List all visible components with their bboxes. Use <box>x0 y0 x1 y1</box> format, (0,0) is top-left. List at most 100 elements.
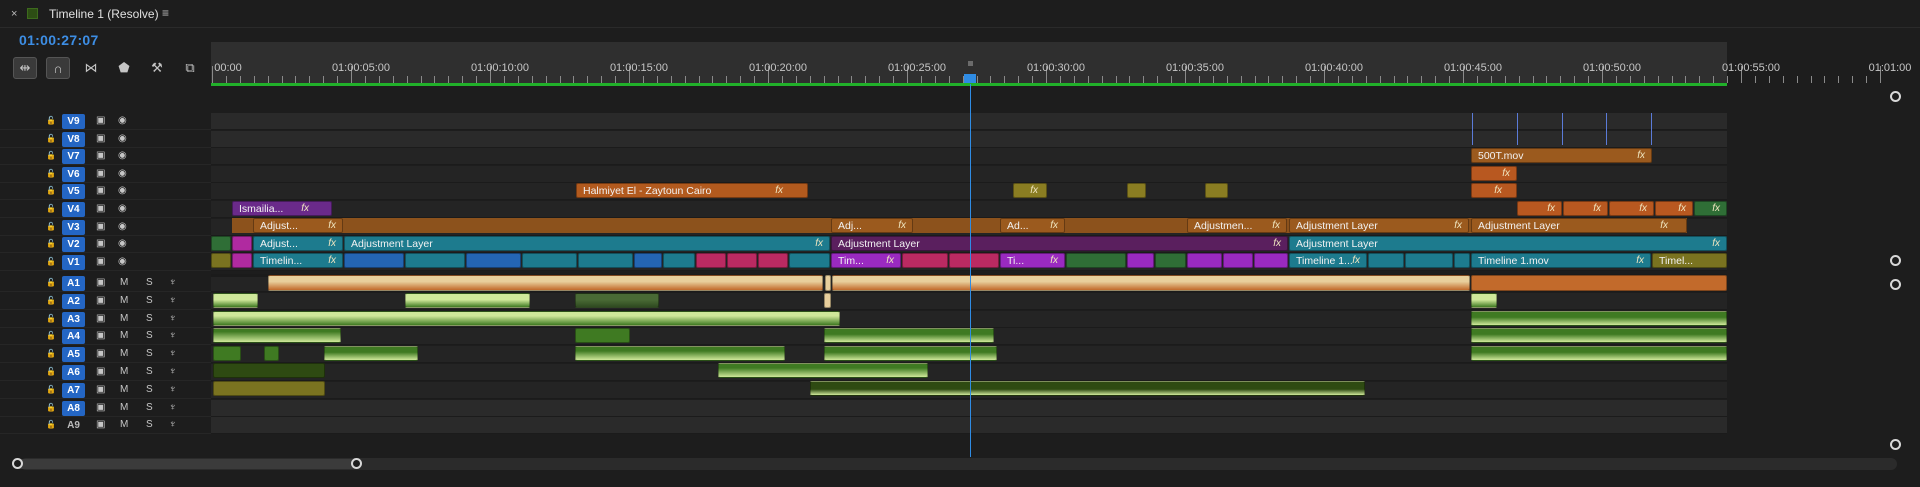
microphone-icon[interactable]: ♆ <box>169 330 177 341</box>
clip-v2-adjust-1[interactable]: Adjust... fx <box>253 236 343 251</box>
fx-badge[interactable]: fx <box>1547 203 1555 214</box>
fx-badge[interactable]: fx <box>1636 255 1644 266</box>
fx-badge[interactable]: fx <box>1030 185 1038 196</box>
clip-v4-orange-4[interactable]: fx <box>1655 201 1693 216</box>
clip-v6-fx[interactable]: fx <box>1471 166 1517 181</box>
audio-clip-a4-4[interactable] <box>1471 328 1727 343</box>
audio-lane-a6[interactable] <box>211 364 1727 381</box>
clip-v4-orange-3[interactable]: fx <box>1609 201 1654 216</box>
fx-badge[interactable]: fx <box>1637 150 1645 161</box>
clip-v2-magenta[interactable] <box>232 236 252 251</box>
work-area-bar[interactable] <box>211 83 1727 86</box>
audio-clip-a7-2[interactable] <box>810 381 1365 396</box>
fx-badge[interactable]: fx <box>1712 238 1720 249</box>
toggle-sync-lock-icon[interactable]: ▣ <box>96 277 105 288</box>
eye-icon[interactable]: ◉ <box>118 238 127 249</box>
playhead-line[interactable] <box>970 84 971 457</box>
clip-v1-green-1[interactable] <box>1066 253 1126 268</box>
mute-button[interactable]: M <box>120 313 128 324</box>
fx-badge[interactable]: fx <box>1502 168 1510 179</box>
track-target-v3[interactable]: V3 <box>62 219 85 235</box>
toggle-sync-lock-icon[interactable]: ▣ <box>96 150 105 161</box>
microphone-icon[interactable]: ♆ <box>169 295 177 306</box>
solo-button[interactable]: S <box>146 366 153 377</box>
fx-badge[interactable]: fx <box>1272 220 1280 231</box>
audio-clip-a5-2[interactable] <box>264 346 279 361</box>
audio-clip-a6-1[interactable] <box>213 363 325 378</box>
toggle-sync-lock-icon[interactable]: ▣ <box>96 168 105 179</box>
clip-v1-teal-5[interactable] <box>789 253 830 268</box>
clip-v1-timel[interactable]: Timel... <box>1652 253 1727 268</box>
scroll-handle-right[interactable] <box>351 458 362 469</box>
microphone-icon[interactable]: ♆ <box>169 384 177 395</box>
audio-clip-a4-2[interactable] <box>575 328 630 343</box>
clip-v1-purple-2[interactable] <box>1187 253 1222 268</box>
audio-clip-a5-3[interactable] <box>324 346 418 361</box>
linked-selection-icon[interactable]: ⋈ <box>79 57 103 79</box>
solo-button[interactable]: S <box>146 348 153 359</box>
microphone-icon[interactable]: ♆ <box>169 366 177 377</box>
audio-clip-a3-2[interactable] <box>1471 311 1727 326</box>
audio-clip-a1-1[interactable] <box>268 275 823 291</box>
clip-500t[interactable]: 500T.mov fx <box>1471 148 1652 163</box>
clip-v4-green[interactable]: fx <box>1694 201 1727 216</box>
playhead-timecode[interactable]: 01:00:27:07 <box>19 32 99 48</box>
clip-v3-adjust-1[interactable]: Adjust... fx <box>253 218 343 233</box>
microphone-icon[interactable]: ♆ <box>169 277 177 288</box>
audio-clip-a5-5[interactable] <box>824 346 997 361</box>
microphone-icon[interactable]: ♆ <box>169 313 177 324</box>
audio-clip-a6-2[interactable] <box>718 363 928 378</box>
audio-clip-a2-2[interactable] <box>405 293 530 308</box>
lock-icon[interactable]: 🔓 <box>46 169 56 178</box>
horizontal-scroll-thumb[interactable] <box>14 459 356 469</box>
lock-icon[interactable]: 🔓 <box>46 314 56 323</box>
playhead-handle[interactable] <box>964 74 976 83</box>
clip-v1-timeline-1-mov[interactable]: Timeline 1.mov fx <box>1471 253 1651 268</box>
track-target-v2[interactable]: V2 <box>62 237 85 253</box>
toggle-sync-lock-icon[interactable]: ▣ <box>96 402 105 413</box>
solo-button[interactable]: S <box>146 402 153 413</box>
toggle-sync-lock-icon[interactable]: ▣ <box>96 203 105 214</box>
track-target-v7[interactable]: V7 <box>62 149 85 165</box>
clip-v1-teal-2[interactable] <box>522 253 577 268</box>
track-target-v6[interactable]: V6 <box>62 166 85 182</box>
audio-vscroll-handle-bottom[interactable] <box>1890 439 1901 450</box>
clip-halmiyet[interactable]: Halmiyet El - Zaytoun Cairo fx <box>576 183 808 198</box>
audio-clip-a1-4[interactable] <box>1471 275 1727 291</box>
eye-icon[interactable]: ◉ <box>118 150 127 161</box>
clip-v3-ad-3[interactable]: Ad... fx <box>1000 218 1065 233</box>
track-target-v5[interactable]: V5 <box>62 184 85 200</box>
toggle-sync-lock-icon[interactable]: ▣ <box>96 366 105 377</box>
eye-icon[interactable]: ◉ <box>118 133 127 144</box>
eye-icon[interactable]: ◉ <box>118 185 127 196</box>
clip-v2-adjustment-layer-2[interactable]: Adjustment Layer fx <box>831 236 1288 251</box>
fx-badge[interactable]: fx <box>1660 220 1668 231</box>
track-target-v4[interactable]: V4 <box>62 202 85 217</box>
mute-button[interactable]: M <box>120 366 128 377</box>
lock-icon[interactable]: 🔓 <box>46 151 56 160</box>
lock-icon[interactable]: 🔓 <box>46 222 56 231</box>
clip-v1-olive-start[interactable] <box>211 253 231 268</box>
audio-clip-a4-3[interactable] <box>824 328 994 343</box>
solo-button[interactable]: S <box>146 295 153 306</box>
audio-clip-a7-1[interactable] <box>213 381 325 396</box>
clip-v1-magenta-6[interactable] <box>949 253 999 268</box>
audio-clip-a1-3[interactable] <box>832 275 1470 291</box>
clip-v3-adj-2[interactable]: Adj... fx <box>831 218 913 233</box>
toggle-sync-lock-icon[interactable]: ▣ <box>96 419 105 430</box>
fx-badge[interactable]: fx <box>1454 220 1462 231</box>
toggle-sync-lock-icon[interactable]: ▣ <box>96 185 105 196</box>
fx-badge[interactable]: fx <box>301 203 309 214</box>
clip-v5-olive-3[interactable] <box>1205 183 1228 198</box>
fx-badge[interactable]: fx <box>1273 238 1281 249</box>
clip-v1-magenta[interactable] <box>232 253 252 268</box>
clip-v1-teal-8[interactable] <box>1454 253 1470 268</box>
audio-lane-a8[interactable] <box>211 399 1727 417</box>
track-target-a8[interactable]: A8 <box>62 400 85 416</box>
toggle-sync-lock-icon[interactable]: ▣ <box>96 313 105 324</box>
microphone-icon[interactable]: ♆ <box>169 402 177 413</box>
clip-v1-teal-1[interactable] <box>405 253 465 268</box>
fx-badge[interactable]: fx <box>1712 203 1720 214</box>
clip-v3-adjustment-layer-2[interactable]: Adjustment Layer fx <box>1471 218 1687 233</box>
toggle-sync-lock-icon[interactable]: ▣ <box>96 295 105 306</box>
